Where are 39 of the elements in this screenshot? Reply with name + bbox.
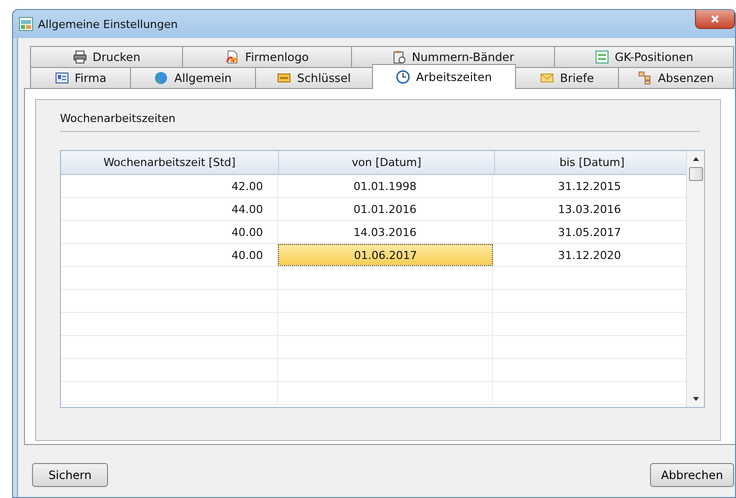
tab[interactable]: GK-Positionen — [554, 46, 734, 67]
document-icon — [225, 50, 240, 64]
close-button[interactable] — [695, 10, 735, 29]
tab[interactable]: Arbeitszeiten — [372, 64, 516, 89]
scroll-thumb[interactable] — [688, 167, 702, 181]
clock-icon — [396, 70, 410, 84]
tab[interactable]: Absenzen — [618, 67, 734, 88]
tab[interactable]: Firma — [30, 67, 131, 88]
card-icon — [54, 71, 69, 85]
sheet-icon — [594, 50, 609, 64]
clipboard-icon — [392, 50, 406, 64]
dialog-button[interactable]: Sichern — [32, 463, 108, 487]
dialog-button[interactable]: Abbrechen — [650, 463, 734, 487]
table-cell[interactable]: 44.00 — [61, 198, 278, 220]
close-icon — [710, 14, 720, 24]
column-header[interactable]: Wochenarbeitszeit [Std] — [61, 151, 279, 174]
table-cell[interactable]: 01.06.2017 — [278, 244, 493, 266]
tab[interactable]: Briefe — [515, 67, 619, 88]
table-cell[interactable]: 42.00 — [61, 175, 278, 197]
scroll-up-icon[interactable] — [692, 155, 700, 163]
scroll-down-icon[interactable] — [692, 395, 700, 403]
table-cell[interactable]: 01.01.1998 — [278, 175, 493, 197]
tab[interactable]: Schlüssel — [255, 67, 373, 88]
group-title: Wochenarbeitszeiten — [60, 112, 700, 132]
column-header[interactable]: von [Datum] — [279, 151, 495, 174]
globe-icon — [154, 71, 168, 85]
scrollbar[interactable] — [686, 151, 704, 407]
table-cell[interactable]: 40.00 — [61, 221, 278, 243]
tab[interactable]: Allgemein — [130, 67, 256, 88]
envelope-icon — [540, 71, 554, 85]
app-icon — [19, 17, 33, 31]
window-title: Allgemeine Einstellungen — [38, 18, 178, 30]
table-cell[interactable]: 01.01.2016 — [278, 198, 493, 220]
table-cell[interactable]: 14.03.2016 — [278, 221, 493, 243]
label-icon — [277, 71, 292, 85]
folder-tree-icon — [638, 71, 652, 85]
tab[interactable]: Firmenlogo — [182, 46, 352, 67]
tab[interactable]: Drucken — [30, 46, 183, 67]
printer-icon — [72, 50, 87, 64]
